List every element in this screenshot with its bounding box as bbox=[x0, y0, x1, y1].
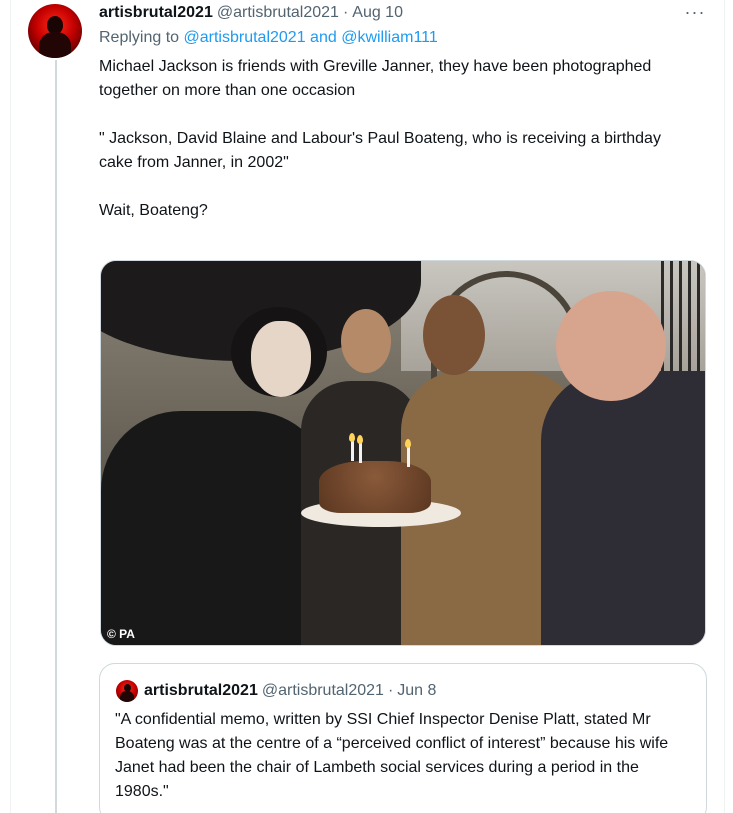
timeline-border-right bbox=[724, 0, 725, 813]
photo-person bbox=[101, 411, 331, 645]
quoted-avatar-body bbox=[120, 691, 134, 702]
thread-connector-line bbox=[55, 60, 57, 813]
photo-candle bbox=[407, 447, 410, 467]
more-options-icon[interactable]: ··· bbox=[680, 0, 710, 24]
user-handle[interactable]: @artisbrutal2021 bbox=[217, 4, 339, 22]
photo-credit: © PA bbox=[107, 627, 135, 641]
quoted-tweet-text: "A confidential memo, written by SSI Chi… bbox=[115, 711, 669, 800]
quoted-tweet[interactable]: artisbrutal2021 @artisbrutal2021 · Jun 8… bbox=[99, 663, 707, 813]
photo-birthday-cake bbox=[319, 461, 431, 513]
quoted-tweet-date: Jun 8 bbox=[397, 682, 437, 699]
timeline-border-left bbox=[10, 0, 11, 813]
avatar-silhouette-body bbox=[39, 32, 71, 58]
reply-and-label[interactable]: and bbox=[310, 29, 337, 46]
display-name[interactable]: artisbrutal2021 bbox=[99, 4, 213, 22]
quoted-avatar bbox=[116, 680, 138, 702]
tweet-text: Michael Jackson is friends with Greville… bbox=[99, 55, 699, 223]
tweet-photo[interactable]: © PA bbox=[100, 260, 706, 646]
tweet-paragraph: " Jackson, David Blaine and Labour's Pau… bbox=[99, 130, 661, 171]
photo-person-face bbox=[341, 309, 391, 373]
quoted-tweet-header: artisbrutal2021 @artisbrutal2021 · Jun 8 bbox=[144, 679, 436, 703]
tweet-paragraph: Michael Jackson is friends with Greville… bbox=[99, 58, 652, 99]
photo-candle-flame bbox=[357, 435, 363, 444]
tweet-date[interactable]: Aug 10 bbox=[352, 4, 403, 22]
replying-to: Replying to @artisbrutal2021 and @kwilli… bbox=[99, 29, 438, 47]
photo-candle-flame bbox=[349, 433, 355, 442]
photo-candle bbox=[351, 441, 354, 461]
photo-person bbox=[541, 371, 705, 645]
separator-dot: · bbox=[342, 4, 349, 21]
quoted-display-name: artisbrutal2021 bbox=[144, 682, 258, 699]
avatar[interactable] bbox=[28, 4, 82, 58]
reply-mention-link[interactable]: @artisbrutal2021 bbox=[184, 29, 306, 46]
photo-person-face bbox=[251, 321, 311, 397]
separator-dot: · bbox=[387, 682, 394, 699]
photo-person-face bbox=[423, 295, 485, 375]
replying-to-label: Replying to bbox=[99, 29, 180, 46]
photo-candle-flame bbox=[405, 439, 411, 448]
reply-mention-link[interactable]: @kwilliam111 bbox=[341, 29, 438, 46]
quoted-user-handle: @artisbrutal2021 bbox=[261, 682, 384, 699]
tweet-header: artisbrutal2021 @artisbrutal2021 · Aug 1… bbox=[99, 2, 403, 24]
photo-candle bbox=[359, 443, 362, 463]
photo-person-face bbox=[556, 291, 666, 401]
tweet-paragraph: Wait, Boateng? bbox=[99, 202, 208, 219]
